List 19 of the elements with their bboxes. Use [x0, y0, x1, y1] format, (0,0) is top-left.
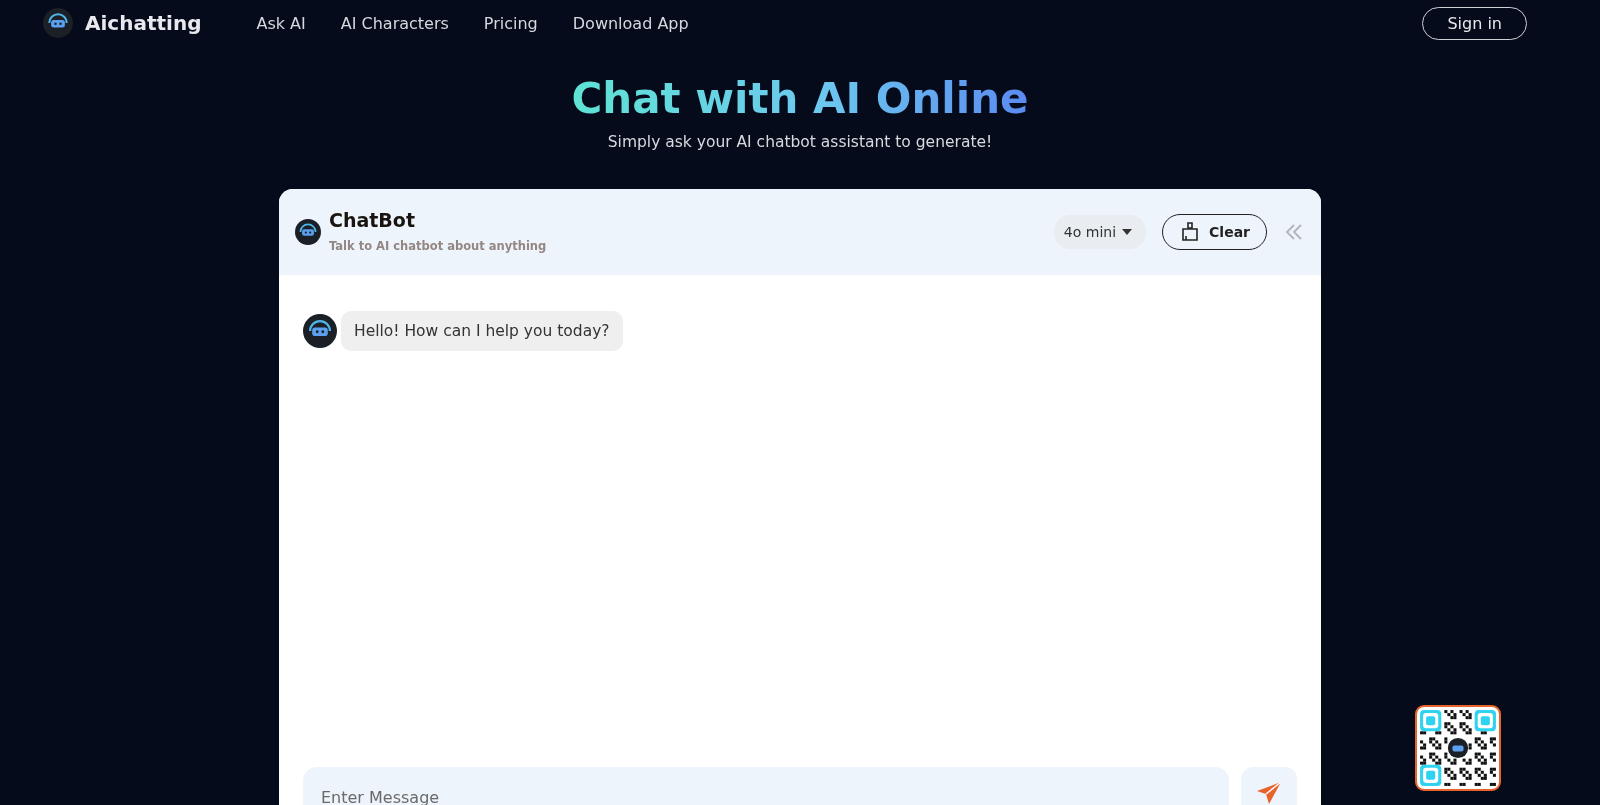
- page-subtitle: Simply ask your AI chatbot assistant to generate!: [607, 133, 993, 151]
- chat-title: ChatBot: [329, 209, 416, 231]
- collapse-button[interactable]: [1285, 224, 1303, 240]
- message-input[interactable]: Enter Message: [303, 767, 1229, 805]
- caret-icon: [1122, 229, 1133, 235]
- chat-subtitle: Talk to AI chatbot about anything: [329, 239, 547, 253]
- nav-link[interactable]: Pricing: [483, 13, 538, 33]
- paper-plane-icon: [1256, 781, 1282, 805]
- bot-avatar-icon: [303, 314, 337, 348]
- nav-link[interactable]: AI Characters: [340, 13, 449, 33]
- message-bubble: Hello! How can I help you today?: [341, 311, 623, 351]
- qr-code-icon[interactable]: [1415, 705, 1501, 791]
- brand-logo-icon: [43, 8, 73, 38]
- nav-link[interactable]: Ask AI: [256, 13, 306, 33]
- brand-name[interactable]: Aichatting: [85, 11, 202, 35]
- double-chevron-left-icon: [1285, 224, 1303, 240]
- nav-link[interactable]: Download App: [572, 13, 689, 33]
- model-dropdown[interactable]: 4o mini: [1053, 215, 1147, 249]
- chatbot-avatar-icon: [295, 219, 321, 245]
